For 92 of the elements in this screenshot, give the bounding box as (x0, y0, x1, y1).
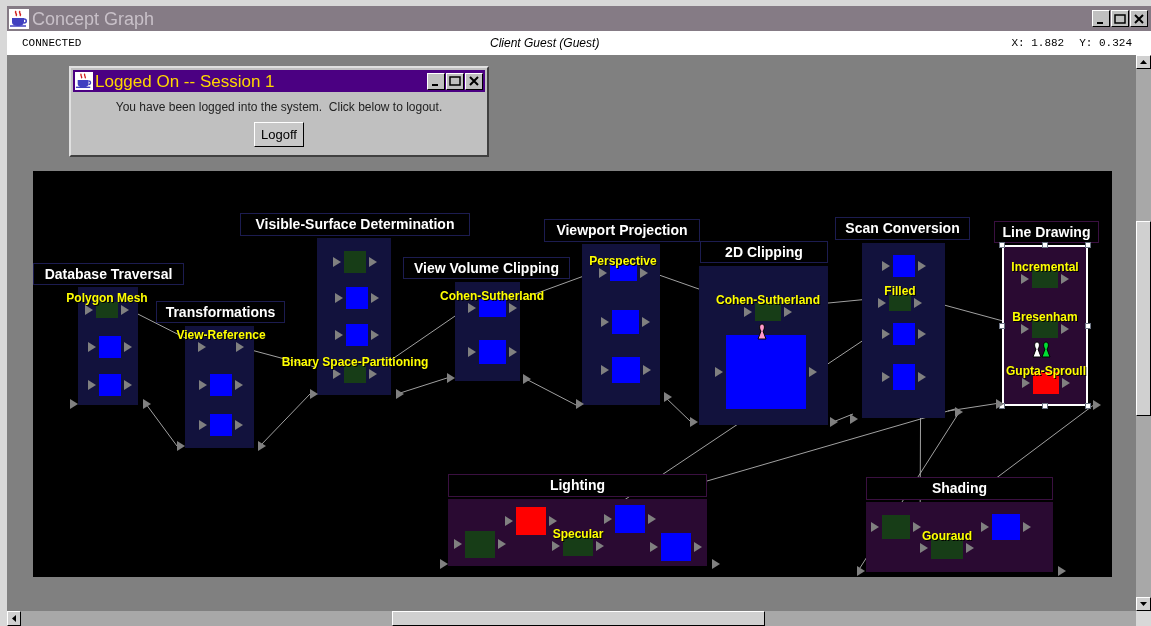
node-label: Binary Space-Partitioning (281, 356, 429, 368)
connector-line (145, 403, 178, 447)
group-title: Transformations (156, 301, 285, 323)
node[interactable] (882, 515, 910, 539)
group-title: 2D Clipping (700, 241, 828, 263)
node[interactable] (465, 530, 495, 558)
node[interactable] (99, 336, 121, 358)
node[interactable] (1032, 270, 1058, 288)
group-title: Database Traversal (33, 263, 184, 285)
port-icon[interactable] (996, 399, 1004, 409)
node-label: Bresenham (1012, 311, 1078, 323)
scroll-thumb[interactable] (1136, 221, 1151, 416)
user-label: Client Guest (Guest) (490, 35, 600, 52)
scroll-down-button[interactable] (1136, 597, 1151, 611)
node[interactable] (615, 505, 645, 533)
maximize-icon (1114, 13, 1126, 24)
group-title: Visible-Surface Determination (240, 213, 470, 236)
node[interactable] (611, 310, 639, 334)
close-button[interactable] (465, 72, 483, 90)
node[interactable] (893, 364, 915, 390)
connector-line (259, 393, 311, 447)
group-title: Shading (866, 477, 1053, 500)
dialog-message: You have been logged into the system. Click below to logout. (115, 99, 443, 116)
resize-handle[interactable] (999, 242, 1005, 248)
maximize-icon (449, 76, 461, 86)
resize-handle[interactable] (1085, 242, 1091, 248)
pin-icon[interactable] (1041, 341, 1051, 359)
node-label: Cohen-Sutherland (440, 290, 544, 302)
x-coordinate: X: 1.882 (1011, 35, 1065, 51)
close-button[interactable] (1130, 10, 1148, 27)
node-label: Gupta-Sproull (1006, 365, 1086, 377)
minimize-button[interactable] (1092, 10, 1110, 27)
node-label: View-Reference (176, 329, 266, 341)
y-coordinate: Y: 0.324 (1079, 35, 1132, 51)
node[interactable] (889, 295, 911, 311)
scroll-up-button[interactable] (1136, 55, 1151, 69)
pin-icon[interactable] (757, 323, 767, 341)
node[interactable] (612, 357, 640, 383)
dialog-title: Logged On -- Session 1 (95, 72, 275, 90)
left-arrow-icon (12, 615, 16, 622)
group-title: Lighting (448, 474, 707, 497)
node-label: Cohen-Sutherland (716, 294, 820, 306)
coffee-cup-icon (9, 8, 29, 29)
group-title: Scan Conversion (835, 217, 970, 240)
vertical-scrollbar[interactable] (1136, 55, 1151, 611)
node-label: Filled (884, 285, 916, 297)
node[interactable] (1032, 320, 1058, 338)
logoff-button[interactable]: Logoff (254, 122, 304, 147)
resize-handle[interactable] (1085, 403, 1091, 409)
node[interactable] (992, 514, 1020, 540)
node[interactable] (755, 303, 781, 321)
node[interactable] (661, 533, 691, 561)
coffee-cup-icon (75, 72, 93, 90)
minimize-icon (431, 84, 438, 86)
node-label: Perspective (589, 255, 657, 267)
node[interactable] (344, 251, 366, 273)
resize-handle[interactable] (1042, 242, 1048, 248)
node[interactable] (516, 507, 546, 535)
group-title: Line Drawing (994, 221, 1099, 243)
node[interactable] (346, 287, 368, 309)
group-title: Viewport Projection (544, 219, 700, 242)
scroll-thumb[interactable] (392, 611, 765, 626)
group-title: View Volume Clipping (403, 257, 570, 279)
node[interactable] (99, 374, 121, 396)
node-label: Incremental (1011, 261, 1079, 273)
node[interactable] (478, 340, 506, 364)
node[interactable] (726, 335, 806, 409)
node[interactable] (893, 255, 915, 277)
resize-handle[interactable] (1042, 403, 1048, 409)
minimize-icon (1096, 21, 1103, 24)
scroll-left-button[interactable] (7, 611, 21, 626)
minimize-button[interactable] (427, 72, 445, 90)
node-label: Gouraud (922, 530, 972, 542)
node-label: Polygon Mesh (66, 292, 148, 304)
pin-icon[interactable] (1032, 341, 1042, 359)
connection-status: CONNECTED (22, 35, 82, 51)
node[interactable] (210, 414, 232, 436)
window-title: Concept Graph (32, 9, 155, 28)
resize-handle[interactable] (1085, 322, 1091, 329)
node[interactable] (346, 324, 368, 346)
node[interactable] (210, 374, 232, 396)
down-arrow-icon (1140, 602, 1147, 606)
close-icon (468, 76, 480, 86)
node[interactable] (478, 299, 506, 317)
maximize-button[interactable] (446, 72, 464, 90)
node[interactable] (893, 323, 915, 345)
up-arrow-icon (1140, 60, 1147, 64)
resize-handle[interactable] (999, 322, 1005, 329)
maximize-button[interactable] (1111, 10, 1129, 27)
horizontal-scrollbar[interactable] (7, 611, 1136, 626)
node-label: Specular (552, 528, 604, 540)
close-icon (1133, 13, 1145, 24)
